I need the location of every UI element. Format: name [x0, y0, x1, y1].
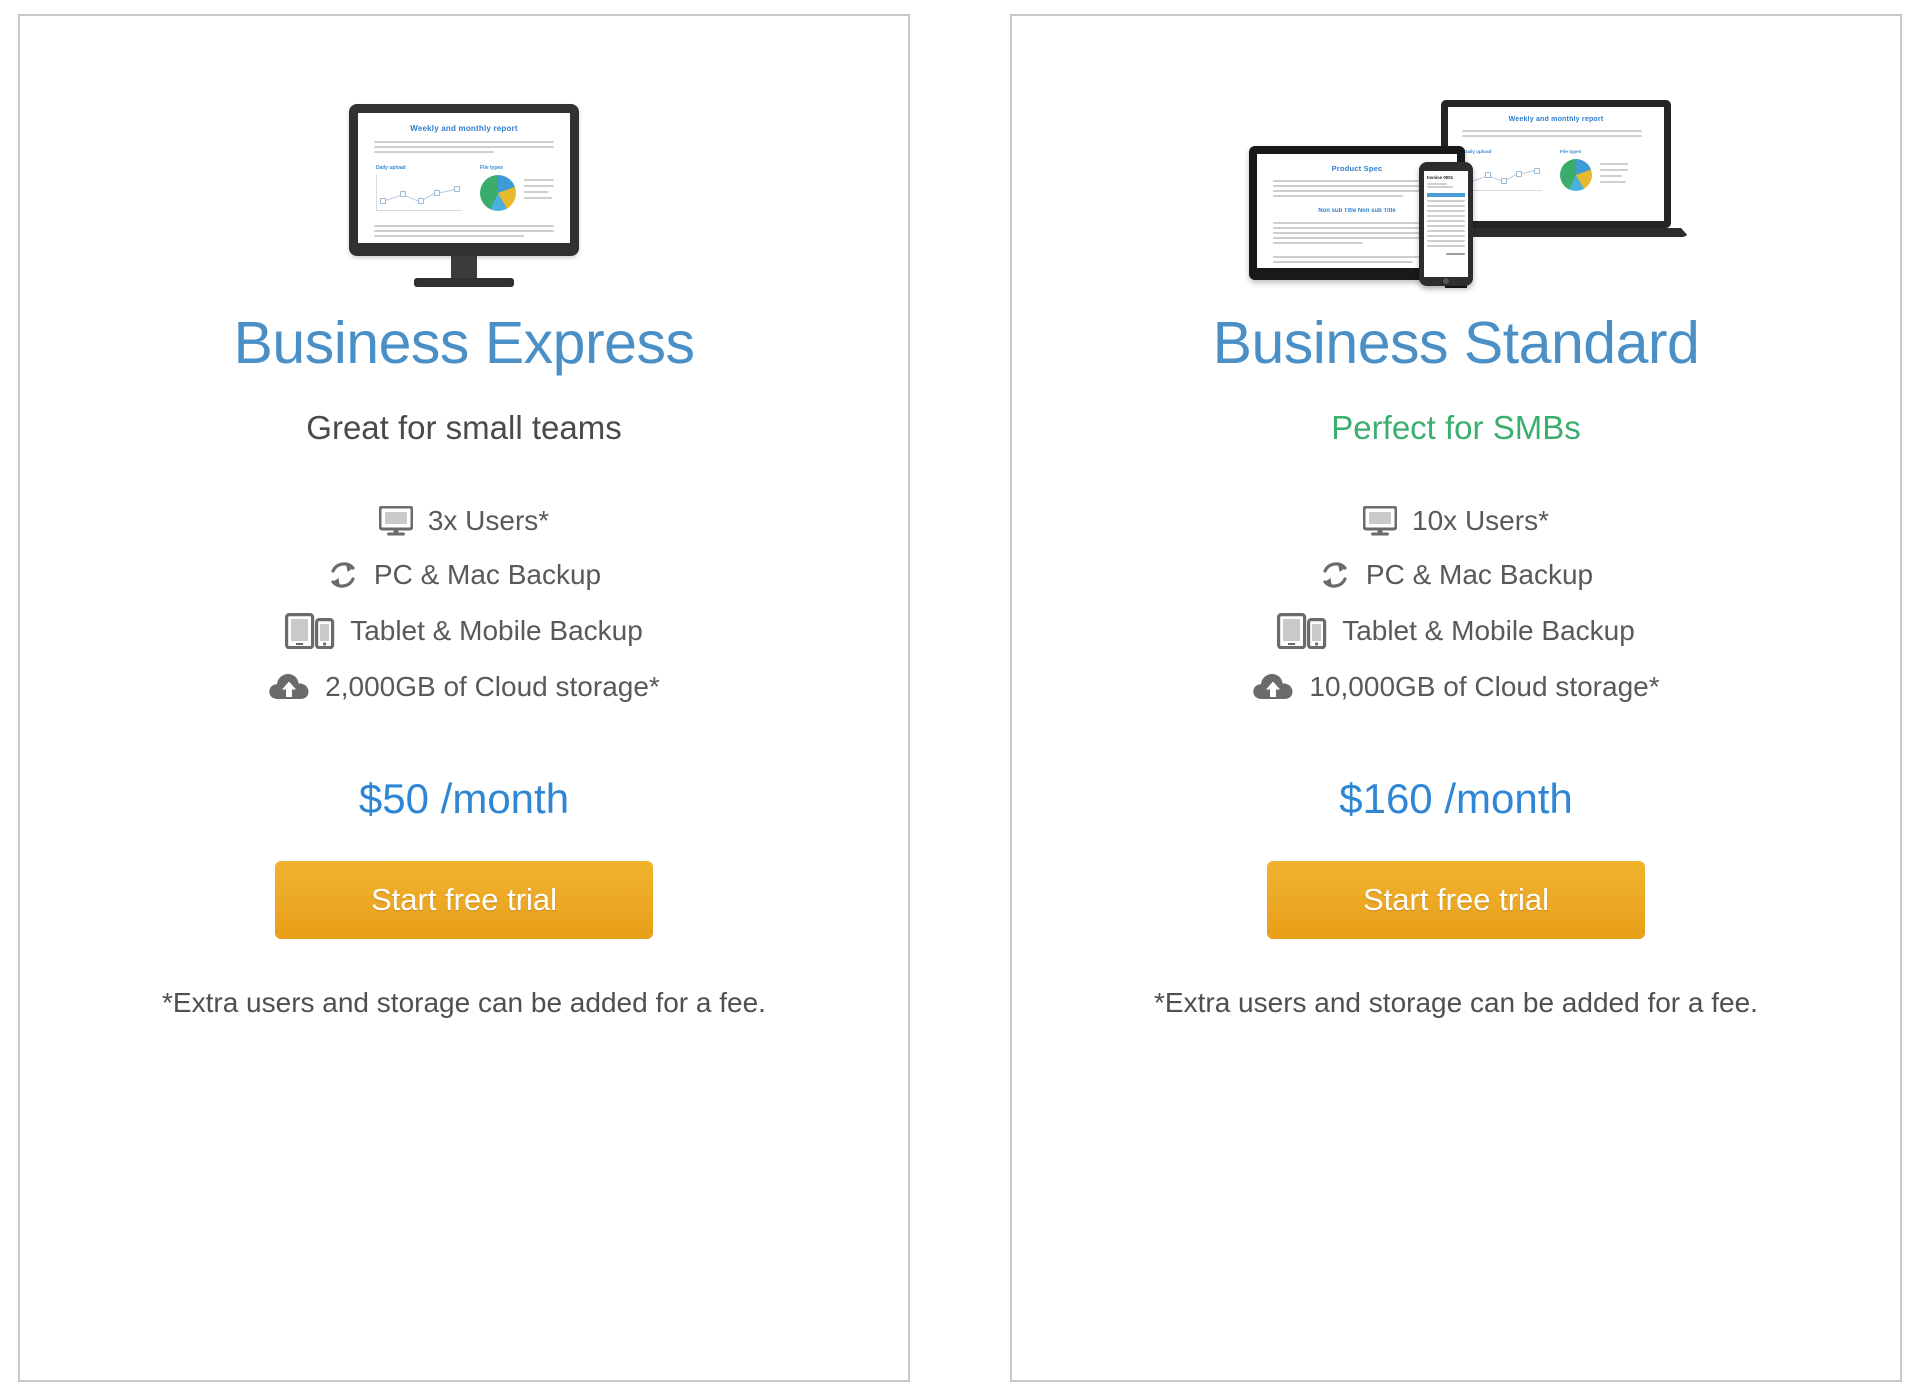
sync-icon	[327, 559, 359, 591]
feature-label: 3x Users*	[427, 505, 550, 536]
feature-pc-mac-backup: PC & Mac Backup	[1012, 559, 1900, 591]
phone-document-title: Invoice 0001	[1427, 175, 1454, 180]
feature-users: 10x Users*	[1012, 505, 1900, 537]
feature-label: PC & Mac Backup	[1365, 559, 1594, 590]
pie-chart-icon	[1560, 159, 1592, 191]
plan-title: Business Express	[233, 310, 695, 376]
sync-icon	[1319, 559, 1351, 591]
start-free-trial-button[interactable]: Start free trial	[1267, 861, 1645, 939]
plan-price: $50 /month	[358, 775, 570, 822]
plan-subtitle: Great for small teams	[306, 409, 622, 446]
pie-chart-icon	[480, 175, 516, 211]
plan-illustration-desktop: Weekly and monthly report Daily upload F…	[20, 16, 908, 306]
feature-label: Tablet & Mobile Backup	[350, 615, 643, 646]
tablet-mobile-icon	[285, 613, 335, 649]
feature-cloud-storage: 10,000GB of Cloud storage*	[1012, 671, 1900, 703]
plan-illustration-multi-device: Weekly and monthly report Daily upload F…	[1012, 16, 1900, 306]
monitor-icon	[378, 506, 413, 536]
tablet-mobile-icon	[1277, 613, 1327, 649]
feature-label: 2,000GB of Cloud storage*	[325, 671, 660, 702]
feature-label: PC & Mac Backup	[373, 559, 602, 590]
desktop-monitor-icon: Weekly and monthly report Daily upload F…	[349, 104, 579, 287]
plan-feature-list: 10x Users* PC & Mac Backup Tablet & Mobi…	[1012, 505, 1900, 725]
feature-tablet-mobile-backup: Tablet & Mobile Backup	[1012, 613, 1900, 649]
plan-footnote: *Extra users and storage can be added fo…	[162, 987, 766, 1018]
cloud-upload-icon	[1252, 672, 1294, 702]
plan-price: $160 /month	[1339, 775, 1573, 822]
chart-label-daily-upload: Daily upload	[376, 165, 406, 171]
feature-label: 10,000GB of Cloud storage*	[1309, 671, 1660, 702]
phone-home-button	[1443, 278, 1449, 284]
start-free-trial-button[interactable]: Start free trial	[275, 861, 653, 939]
chart-label-file-types: File types	[480, 165, 504, 171]
feature-label: 10x Users*	[1412, 505, 1549, 536]
plan-subtitle: Perfect for SMBs	[1331, 409, 1581, 446]
cloud-upload-icon	[268, 672, 310, 702]
feature-label: Tablet & Mobile Backup	[1342, 615, 1635, 646]
mobile-phone-icon: Invoice 0001	[1419, 162, 1473, 286]
laptop-document-title: Weekly and monthly report	[1508, 116, 1604, 123]
feature-cloud-storage: 2,000GB of Cloud storage*	[20, 671, 908, 703]
feature-tablet-mobile-backup: Tablet & Mobile Backup	[20, 613, 908, 649]
chart-label-daily-upload: Daily upload	[1464, 149, 1492, 154]
plan-feature-list: 3x Users* PC & Mac Backup Tablet & Mobil…	[20, 505, 908, 725]
plan-footnote: *Extra users and storage can be added fo…	[1154, 987, 1758, 1018]
monitor-icon	[1363, 506, 1398, 536]
pricing-plans-container: Weekly and monthly report Daily upload F…	[0, 0, 1920, 1387]
plan-title: Business Standard	[1212, 310, 1700, 376]
feature-pc-mac-backup: PC & Mac Backup	[20, 559, 908, 591]
feature-users: 3x Users*	[20, 505, 908, 537]
laptop-icon: Weekly and monthly report Daily upload F…	[1441, 100, 1671, 228]
plan-card-business-express: Weekly and monthly report Daily upload F…	[18, 14, 910, 1382]
plan-card-business-standard: Weekly and monthly report Daily upload F…	[1010, 14, 1902, 1382]
monitor-document-title: Weekly and monthly report	[410, 124, 518, 133]
chart-label-file-types: File types	[1560, 149, 1582, 154]
